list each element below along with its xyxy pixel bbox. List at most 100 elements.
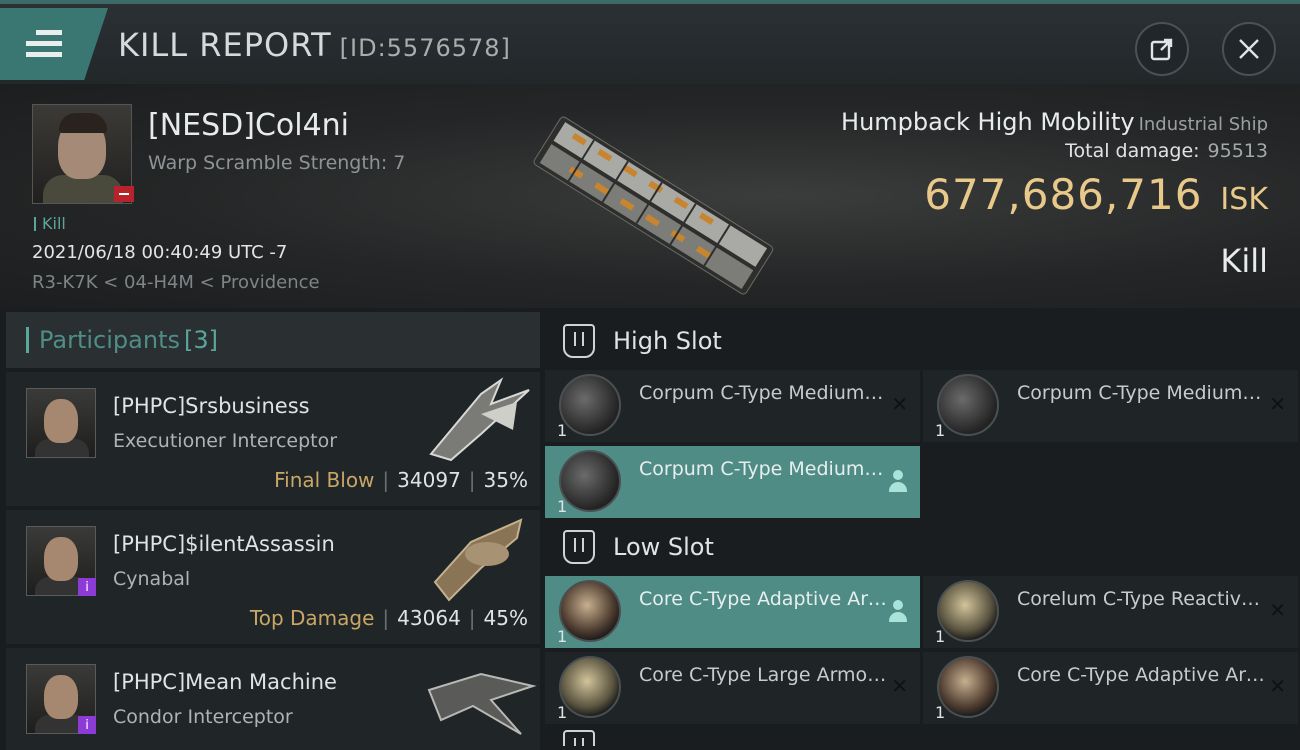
participant-avatar[interactable] [26, 388, 96, 458]
page-title-text: KILL REPORT [118, 26, 332, 64]
destroyed-icon: ✕ [1269, 674, 1286, 698]
module-quantity: 1 [557, 421, 568, 440]
module-quantity: 1 [557, 703, 568, 722]
kill-location[interactable]: R3-K7K < 04-H4M < Providence [32, 272, 320, 293]
participant-ship-image[interactable] [421, 650, 539, 742]
module-quantity: 1 [557, 627, 568, 646]
victim-ship-name[interactable]: Humpback High Mobility Industrial Ship [841, 108, 1268, 136]
low-slot-icon [563, 530, 595, 564]
destroyed-icon: ✕ [891, 674, 908, 698]
mid-slot-icon [563, 730, 595, 746]
total-damage-value: 95513 [1207, 140, 1268, 162]
low-slot-header: Low Slot [545, 518, 1300, 576]
module-item[interactable]: 1 Core C-Type Large Armor Repairer ✕ [545, 652, 920, 724]
participants-panel: Participants [3] [PHPC]Srsbusiness Execut… [6, 312, 540, 750]
share-icon [1150, 38, 1173, 61]
kill-datetime: 2021/06/18 00:40:49 UTC -7 [32, 242, 288, 263]
participant-damage: 34097 [397, 468, 461, 492]
participant-name: [PHPC]$ilentAssassin [113, 532, 335, 556]
kill-outcome: Kill [1220, 242, 1268, 280]
module-item[interactable]: 1 Core C-Type Adaptive Armor Hardener [545, 576, 920, 648]
module-item[interactable]: 1 Corpum C-Type Medium Energy Nosferatu … [923, 370, 1298, 442]
module-quantity: 1 [557, 497, 568, 516]
participant-percent: 35% [483, 468, 528, 492]
participant-row[interactable]: i [PHPC]$ilentAssassin Cynabal Top Damag… [6, 510, 540, 644]
participant-damage: 43064 [397, 606, 461, 630]
menu-icon [26, 30, 62, 63]
page-title: KILL REPORT [ID:5576578] [118, 26, 511, 64]
armor-hardener-icon [937, 656, 999, 718]
isk-unit: ISK [1220, 182, 1268, 217]
kill-tag: Kill [34, 214, 66, 233]
low-slot-grid: 1 Core C-Type Adaptive Armor Hardener 1 … [545, 576, 1300, 724]
module-item[interactable]: 1 Corelum C-Type Reactive Armor Hardener… [923, 576, 1298, 648]
module-quantity: 1 [935, 627, 946, 646]
high-slot-grid: 1 Corpum C-Type Medium Energy Nosferatu … [545, 370, 1300, 518]
participant-row[interactable]: i [PHPC]Mean Machine Condor Interceptor [6, 648, 540, 750]
menu-button[interactable] [0, 8, 108, 80]
module-item[interactable]: 1 Corpum C-Type Medium Energy Nosferatu … [545, 370, 920, 442]
participants-header: Participants [3] [6, 312, 540, 368]
close-icon [1239, 39, 1259, 59]
participant-ship: Executioner Interceptor [113, 430, 338, 452]
participant-ship-image[interactable] [421, 512, 539, 604]
module-name: Core C-Type Large Armor Repairer [639, 664, 889, 686]
low-slot-label: Low Slot [613, 533, 714, 561]
module-quantity: 1 [935, 703, 946, 722]
participant-percent: 45% [483, 606, 528, 630]
warp-scramble-strength: Warp Scramble Strength: 7 [148, 152, 406, 174]
next-slot-header-peek [545, 730, 1300, 746]
victim-ship-image[interactable] [510, 108, 800, 298]
module-name: Core C-Type Adaptive Armor Hardener [1017, 664, 1267, 686]
high-slot-icon [563, 324, 595, 358]
armor-hardener-icon [559, 580, 621, 642]
ship-name-text: Humpback High Mobility [841, 108, 1135, 136]
nosferatu-module-icon [937, 374, 999, 436]
corp-badge-icon: i [78, 716, 96, 734]
fitting-panel: High Slot 1 Corpum C-Type Medium Energy … [545, 312, 1300, 750]
module-name: Corelum C-Type Reactive Armor Hardener [1017, 588, 1267, 610]
module-item[interactable]: 1 Core C-Type Adaptive Armor Hardener ✕ [923, 652, 1298, 724]
dropped-person-icon [888, 470, 908, 494]
participants-title: Participants [39, 326, 180, 354]
corp-badge-icon: i [78, 578, 96, 596]
ship-class: Industrial Ship [1138, 114, 1268, 135]
participant-ship: Cynabal [113, 568, 191, 590]
participant-row[interactable]: [PHPC]Srsbusiness Executioner Intercepto… [6, 372, 540, 506]
participant-ship: Condor Interceptor [113, 706, 293, 728]
hostile-badge-icon [114, 186, 134, 202]
victim-summary: [NESD]Col4ni Warp Scramble Strength: 7 K… [0, 84, 1300, 308]
participant-name: [PHPC]Mean Machine [113, 670, 337, 694]
participant-stats: Final Blow | 34097 | 35% [274, 468, 528, 492]
nosferatu-module-icon [559, 450, 621, 512]
module-name: Corpum C-Type Medium Energy Nosferatu [639, 382, 889, 404]
title-bar: KILL REPORT [ID:5576578] [0, 0, 1300, 84]
module-name: Core C-Type Adaptive Armor Hardener [639, 588, 889, 610]
module-name: Corpum C-Type Medium Energy Nosferatu [1017, 382, 1267, 404]
isk-value: 677,686,716 [924, 170, 1203, 219]
participant-stats: Top Damage | 43064 | 45% [249, 606, 528, 630]
destroyed-icon: ✕ [1269, 598, 1286, 622]
module-item[interactable]: 1 Corpum C-Type Medium Energy Nosferatu [545, 446, 920, 518]
nosferatu-module-icon [559, 374, 621, 436]
share-button[interactable] [1135, 22, 1189, 76]
total-damage: Total damage: 95513 [1065, 140, 1268, 162]
close-button[interactable] [1222, 22, 1276, 76]
armor-hardener-icon [937, 580, 999, 642]
total-damage-label: Total damage: [1065, 140, 1200, 162]
participants-count: [3] [183, 326, 218, 354]
dropped-person-icon [888, 600, 908, 624]
module-quantity: 1 [935, 421, 946, 440]
high-slot-header: High Slot [545, 312, 1300, 370]
destroyed-icon: ✕ [891, 392, 908, 416]
isk-loss: 677,686,716 ISK [924, 170, 1268, 219]
participant-ship-image[interactable] [421, 374, 539, 466]
destroyed-icon: ✕ [1269, 392, 1286, 416]
victim-name[interactable]: [NESD]Col4ni [148, 108, 349, 143]
high-slot-label: High Slot [613, 327, 722, 355]
top-damage-tag: Top Damage [249, 606, 375, 630]
module-name: Corpum C-Type Medium Energy Nosferatu [639, 458, 889, 480]
participant-name: [PHPC]Srsbusiness [113, 394, 310, 418]
report-id: [ID:5576578] [339, 34, 511, 62]
final-blow-tag: Final Blow [274, 468, 375, 492]
